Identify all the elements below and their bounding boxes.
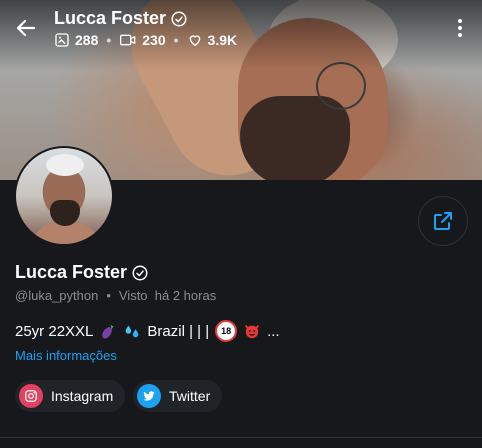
video-icon (120, 34, 136, 46)
image-icon (55, 33, 69, 47)
bio-text-age-size: 25yr 22XXL (15, 322, 94, 340)
instagram-button[interactable]: Instagram (15, 380, 126, 412)
verified-icon (171, 11, 187, 26)
photos-count: 288 (75, 32, 99, 48)
bottom-divider (0, 437, 482, 438)
avatar-hair (46, 154, 84, 176)
back-arrow-icon[interactable] (14, 16, 38, 40)
bio-text-country: Brazil | | | (147, 322, 210, 340)
share-icon (434, 212, 452, 230)
share-button[interactable] (418, 196, 468, 246)
meta-separator: • (106, 288, 111, 303)
eggplant-emoji-icon (102, 324, 114, 339)
twitter-button[interactable]: Twitter (133, 380, 223, 412)
twitter-icon (137, 384, 161, 408)
instagram-icon (19, 384, 43, 408)
sweat-droplets-emoji-icon (126, 325, 139, 338)
header-stats: 288 • 230 • 3.9K (54, 32, 237, 48)
age-restriction-icon: 18 (215, 320, 238, 342)
more-info-link[interactable]: Mais informações (15, 348, 117, 363)
profile-handle: @luka_python (15, 288, 99, 303)
more-options-icon[interactable] (450, 18, 470, 38)
instagram-label: Instagram (51, 388, 114, 404)
profile-meta: @luka_python • Visto há 2 horas (15, 288, 216, 303)
stats-separator: • (173, 32, 179, 48)
profile-name: Lucca Foster (15, 262, 149, 283)
photos-stat: 288 (54, 32, 98, 48)
last-seen: Visto há 2 horas (118, 288, 217, 303)
videos-count: 230 (142, 32, 166, 48)
stats-separator: • (106, 32, 112, 48)
likes-count: 3.9K (207, 32, 238, 48)
header-name: Lucca Foster (54, 8, 167, 28)
heart-icon (189, 35, 200, 46)
avatar[interactable] (14, 146, 114, 246)
profile-bio: 25yr 22XXL Brazil | | | 18 ... (15, 320, 280, 342)
top-bar: Lucca Foster 288 • 230 • 3.9K (0, 0, 482, 56)
devil-face-emoji-icon (245, 325, 260, 339)
verified-icon (132, 265, 148, 280)
header-title: Lucca Foster (54, 8, 188, 29)
bio-ellipsis: ... (267, 322, 280, 340)
videos-stat: 230 (119, 32, 166, 48)
twitter-label: Twitter (169, 388, 211, 404)
profile-name-text: Lucca Foster (15, 262, 128, 282)
likes-stat: 3.9K (187, 32, 238, 48)
